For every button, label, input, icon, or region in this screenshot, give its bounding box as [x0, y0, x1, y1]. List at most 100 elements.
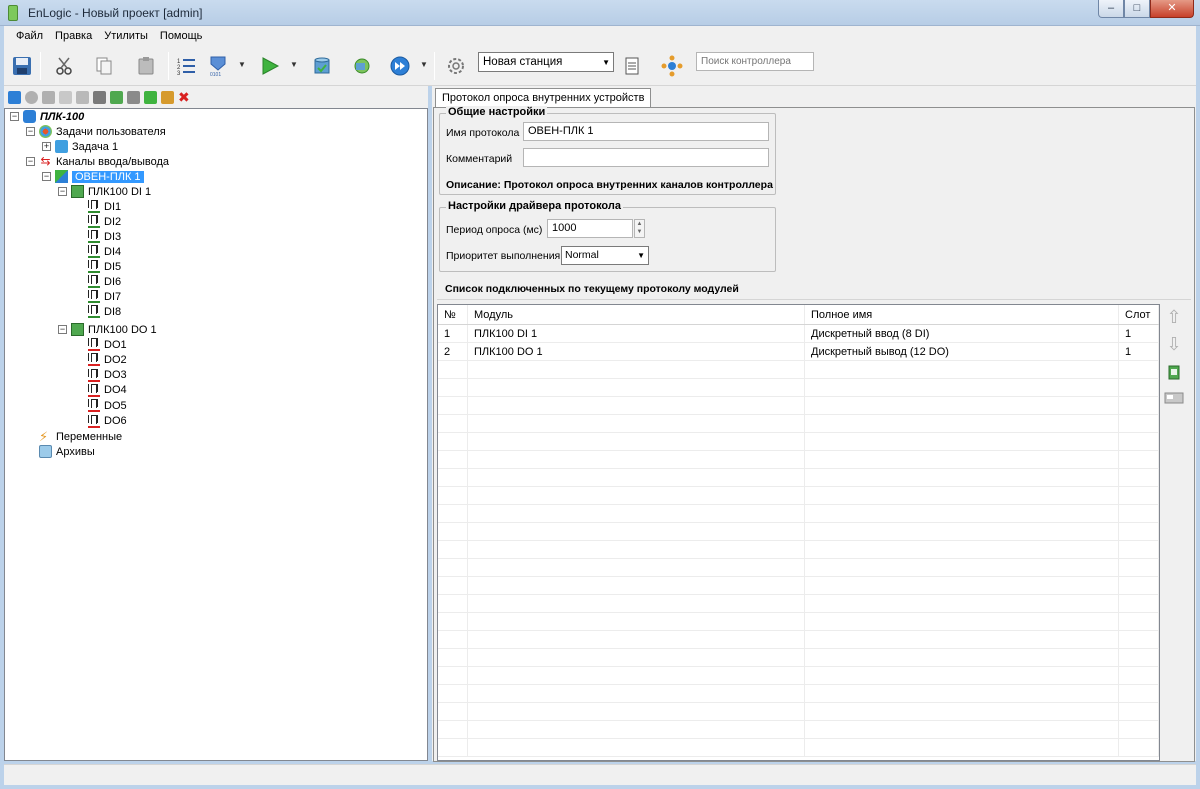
run-dropdown-icon[interactable]: ▼ [290, 60, 298, 69]
tree-node-di-channel[interactable]: DI5 [87, 259, 121, 274]
group-title: Общие настройки [446, 106, 548, 118]
poll-period-label: Период опроса (мс) [446, 224, 543, 236]
cell-num [438, 415, 468, 432]
collapse-icon[interactable]: − [10, 112, 19, 121]
tree-node-module-di[interactable]: − ПЛК100 DI 1 [58, 184, 151, 199]
tree-node-do-channel[interactable]: DO2 [87, 352, 127, 367]
priority-select[interactable]: Normal ▼ [561, 246, 649, 265]
menu-edit[interactable]: Правка [49, 30, 98, 42]
tree-node-io-channels[interactable]: − ⇆ Каналы ввода/вывода [26, 154, 169, 169]
column-header-slot[interactable]: Слот [1119, 305, 1159, 324]
stepper-down-icon[interactable]: ▼ [635, 228, 644, 236]
cut-icon[interactable] [52, 54, 76, 78]
cell-slot [1119, 721, 1159, 738]
maximize-button[interactable]: □ [1124, 0, 1150, 18]
add-module-icon[interactable] [1166, 364, 1182, 380]
comment-field[interactable] [523, 148, 769, 167]
table-row-empty [438, 613, 1159, 631]
cell-full-name [805, 397, 1119, 414]
plc-icon[interactable] [8, 90, 21, 104]
gear-icon[interactable] [444, 54, 468, 78]
table-row[interactable]: 2 ПЛК100 DO 1 Дискретный вывод (12 DO) 1 [438, 343, 1159, 361]
database-icon[interactable] [310, 54, 334, 78]
menu-file[interactable]: Файл [10, 30, 49, 42]
table-row-empty [438, 523, 1159, 541]
tree-node-do-channel[interactable]: DO6 [87, 414, 127, 429]
minimize-button[interactable]: – [1098, 0, 1124, 18]
tree-node-module-do[interactable]: − ПЛК100 DO 1 [58, 322, 157, 337]
undo-icon[interactable] [161, 90, 174, 104]
controller-search-input[interactable] [696, 52, 814, 71]
cell-module [468, 523, 805, 540]
tab-protocol-settings[interactable]: Протокол опроса внутренних устройств [435, 88, 652, 108]
tree-node-protocol[interactable]: − ОВЕН-ПЛК 1 [42, 169, 144, 184]
tree-node-archives[interactable]: Архивы [39, 444, 95, 459]
stepper-up-icon[interactable]: ▲ [635, 220, 644, 228]
close-button[interactable]: ✕ [1150, 0, 1194, 18]
task-icon[interactable] [25, 90, 38, 104]
import-icon[interactable] [144, 90, 157, 104]
menu-utilities[interactable]: Утилиты [98, 30, 154, 42]
column-header-num[interactable]: № [438, 305, 468, 324]
channel-icon[interactable] [42, 90, 55, 104]
tree-node-plc[interactable]: − ПЛК-100 [10, 109, 84, 124]
collapse-icon[interactable]: − [42, 172, 51, 181]
move-down-icon[interactable]: ⇩ [1166, 335, 1182, 353]
cell-slot [1119, 469, 1159, 486]
sync-icon[interactable] [350, 54, 374, 78]
download-icon[interactable]: 0101 [206, 54, 230, 78]
tree-node-di-channel[interactable]: DI2 [87, 214, 121, 229]
fast-forward-dropdown-icon[interactable]: ▼ [420, 60, 428, 69]
cell-num [438, 487, 468, 504]
tree-node-variables[interactable]: ⚡ Переменные [39, 429, 122, 444]
cell-full-name [805, 451, 1119, 468]
poll-period-stepper[interactable]: ▲ ▼ [634, 219, 645, 238]
module-icon[interactable] [59, 90, 72, 104]
document-icon[interactable] [620, 54, 644, 78]
tree-node-do-channel[interactable]: DO3 [87, 368, 127, 383]
table-row[interactable]: 1 ПЛК100 DI 1 Дискретный ввод (8 DI) 1 [438, 325, 1159, 343]
collapse-icon[interactable]: − [26, 127, 35, 136]
table-row-empty [438, 487, 1159, 505]
add-module-icon[interactable] [110, 90, 123, 104]
poll-period-field[interactable]: 1000 [547, 219, 633, 238]
tree-node-do-channel[interactable]: DO1 [87, 337, 127, 352]
collapse-icon[interactable]: − [58, 325, 67, 334]
tree-node-di-channel[interactable]: DI7 [87, 289, 121, 304]
tree-node-di-channel[interactable]: DI6 [87, 274, 121, 289]
tree-node-user-tasks[interactable]: − Задачи пользователя [26, 124, 166, 139]
remove-module-icon[interactable] [1164, 390, 1184, 406]
download-dropdown-icon[interactable]: ▼ [238, 60, 246, 69]
save-icon[interactable] [10, 54, 34, 78]
collapse-icon[interactable]: − [26, 157, 35, 166]
tree-node-di-channel[interactable]: DI8 [87, 304, 121, 319]
variable-icon[interactable] [76, 90, 89, 104]
copy-icon[interactable] [92, 54, 116, 78]
column-header-module[interactable]: Модуль [468, 305, 805, 324]
station-select[interactable]: Новая станция ▼ [478, 52, 614, 72]
column-header-full-name[interactable]: Полное имя [805, 305, 1119, 324]
tree-node-di-channel[interactable]: DI1 [87, 199, 121, 214]
tree-node-di-channel[interactable]: DI4 [87, 244, 121, 259]
protocol-name-field[interactable]: ОВЕН-ПЛК 1 [523, 122, 769, 141]
menu-help[interactable]: Помощь [154, 30, 209, 42]
tree-node-task1[interactable]: + Задача 1 [42, 139, 118, 154]
network-icon[interactable] [660, 54, 684, 78]
move-up-icon[interactable]: ⇧ [1166, 308, 1182, 326]
paste-icon[interactable] [134, 54, 158, 78]
disconnect-icon[interactable] [93, 90, 106, 104]
tree-node-do-channel[interactable]: DO4 [87, 383, 127, 398]
fast-forward-icon[interactable] [388, 54, 412, 78]
cell-full-name: Дискретный ввод (8 DI) [805, 325, 1119, 342]
tree-node-di-channel[interactable]: DI3 [87, 229, 121, 244]
cell-full-name [805, 541, 1119, 558]
delete-icon[interactable]: ✖ [178, 90, 190, 104]
shield-icon[interactable] [127, 90, 140, 104]
input-signal-icon [87, 260, 101, 273]
tree-node-do-channel[interactable]: DO5 [87, 398, 127, 413]
cell-module [468, 559, 805, 576]
expand-icon[interactable]: + [42, 142, 51, 151]
collapse-icon[interactable]: − [58, 187, 67, 196]
list-numbered-icon[interactable]: 123 [174, 54, 198, 78]
run-icon[interactable] [258, 54, 282, 78]
